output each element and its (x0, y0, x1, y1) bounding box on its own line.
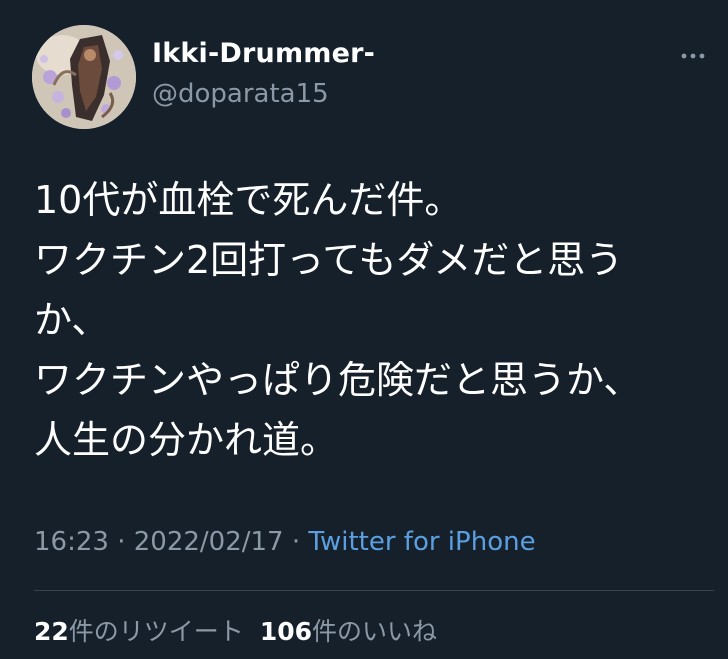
meta-separator: · (283, 527, 309, 557)
user-handle[interactable]: @doparata15 (152, 79, 329, 109)
engagement-stats: 22件のリツイート 106件のいいね (34, 612, 437, 648)
meta-separator: · (108, 527, 134, 557)
tweet-source-link[interactable]: Twitter for iPhone (308, 527, 535, 557)
retweets-label: 件のリツイート (68, 617, 244, 646)
tweet-text-line: 人生の分かれ道。 (34, 418, 339, 462)
tweet-date[interactable]: 2022/02/17 (134, 527, 284, 557)
tweet-metadata: 16:23 · 2022/02/17 · Twitter for iPhone (34, 527, 536, 557)
tweet-time[interactable]: 16:23 (34, 527, 109, 557)
likes-stat[interactable]: 106件のいいね (260, 617, 437, 646)
divider (34, 590, 714, 591)
likes-label: 件のいいね (312, 617, 438, 646)
avatar[interactable] (32, 25, 136, 129)
display-name[interactable]: Ikki-Drummer- (152, 38, 375, 69)
tweet-text-line: 10代が血栓で死んだ件。 (34, 178, 463, 222)
likes-count: 106 (259, 617, 312, 646)
tweet-text: 10代が血栓で死んだ件。 ワクチン2回打ってもダメだと思う か、 ワクチンやっぱ… (34, 170, 704, 470)
avatar-image (32, 25, 136, 129)
tweet-detail: Ikki-Drummer- @doparata15 10代が血栓で死んだ件。 ワ… (0, 0, 728, 659)
tweet-text-line: ワクチンやっぱり危険だと思うか、 (34, 358, 642, 402)
retweets-count: 22 (34, 617, 69, 646)
retweets-stat[interactable]: 22件のリツイート (34, 617, 244, 646)
tweet-text-line: ワクチン2回打ってもダメだと思う (34, 238, 624, 282)
more-options-button[interactable] (676, 44, 712, 68)
tweet-text-line: か、 (34, 298, 110, 342)
more-horizontal-icon (681, 53, 705, 59)
